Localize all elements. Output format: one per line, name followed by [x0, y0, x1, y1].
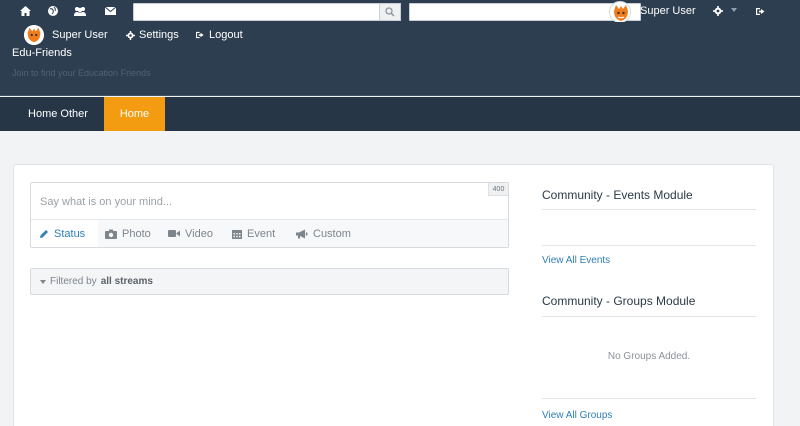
composer-tab-status[interactable]: Status	[31, 220, 98, 247]
tab-home-other[interactable]: Home Other	[14, 97, 102, 131]
composer-tab-label: Status	[54, 227, 86, 240]
bullhorn-icon	[296, 229, 308, 238]
main-nav: Home Other Home	[0, 97, 800, 131]
tab-label: Home	[119, 108, 150, 120]
composer-tab-label: Custom	[313, 227, 351, 240]
camera-icon	[105, 229, 117, 239]
tab-home[interactable]: Home	[104, 97, 165, 131]
composer-tab-label: Event	[247, 227, 276, 240]
composer-tabs: Status Photo Video Event Custom	[31, 219, 508, 247]
char-count: 400	[488, 183, 508, 196]
logout-link[interactable]: Logout	[196, 28, 243, 42]
header-avatar[interactable]	[24, 25, 44, 45]
view-all-events-link[interactable]: View All Events	[542, 254, 610, 267]
top-toolbar: Super User	[0, 0, 800, 23]
home-icon[interactable]	[16, 0, 34, 22]
sign-out-icon	[196, 31, 204, 39]
site-title[interactable]: Edu-Friends	[12, 46, 72, 60]
logout-label: Logout	[209, 29, 243, 41]
composer-tab-label: Photo	[122, 227, 151, 240]
gear-icon	[126, 30, 135, 40]
divider	[542, 209, 756, 210]
video-camera-icon	[168, 230, 180, 237]
chevron-down-icon[interactable]	[731, 8, 737, 12]
content-card: Say what is on your mind... 400 Status P…	[13, 164, 774, 426]
gear-icon[interactable]	[709, 0, 727, 22]
divider	[542, 245, 756, 246]
filter-prefix: Filtered by	[50, 276, 97, 287]
chevron-down-icon	[40, 279, 46, 284]
site-tagline: Join to find your Education Friends	[12, 68, 151, 78]
toolbar-username[interactable]: Super User	[640, 4, 696, 18]
filter-value: all streams	[100, 276, 153, 287]
sign-out-icon[interactable]	[752, 0, 770, 22]
search-icon	[385, 7, 395, 17]
composer-tab-event[interactable]: Event	[232, 220, 275, 247]
settings-link[interactable]: Settings	[126, 28, 179, 42]
avatar[interactable]	[609, 1, 631, 23]
pencil-icon	[40, 229, 48, 238]
header-user-link[interactable]: Super User	[52, 28, 108, 42]
composer-tab-photo[interactable]: Photo	[105, 220, 151, 247]
globe-icon[interactable]	[44, 0, 62, 22]
composer-tab-label: Video	[185, 227, 213, 240]
divider	[542, 316, 756, 317]
search-input-primary[interactable]	[133, 3, 380, 21]
composer-tab-custom[interactable]: Custom	[296, 220, 351, 247]
composer-tab-video[interactable]: Video	[168, 220, 213, 247]
stream-filter[interactable]: Filtered by all streams	[30, 268, 509, 295]
search-button[interactable]	[379, 3, 401, 21]
calendar-icon	[232, 229, 242, 239]
settings-label: Settings	[139, 29, 179, 41]
status-input[interactable]: Say what is on your mind...	[40, 195, 172, 209]
divider	[542, 398, 756, 399]
events-module-title: Community - Events Module	[542, 188, 693, 202]
site-header: Super User Settings Logout Edu-Friends J…	[0, 22, 800, 96]
tab-label: Home Other	[28, 108, 88, 120]
envelope-icon[interactable]	[101, 0, 119, 22]
status-composer: Say what is on your mind... 400 Status P…	[30, 182, 509, 248]
view-all-groups-link[interactable]: View All Groups	[542, 409, 612, 422]
users-icon[interactable]	[71, 0, 89, 22]
groups-module-title: Community - Groups Module	[542, 294, 696, 308]
search-input-secondary[interactable]	[409, 3, 641, 21]
header-user-label: Super User	[52, 29, 108, 41]
groups-empty-message: No Groups Added.	[607, 351, 691, 362]
